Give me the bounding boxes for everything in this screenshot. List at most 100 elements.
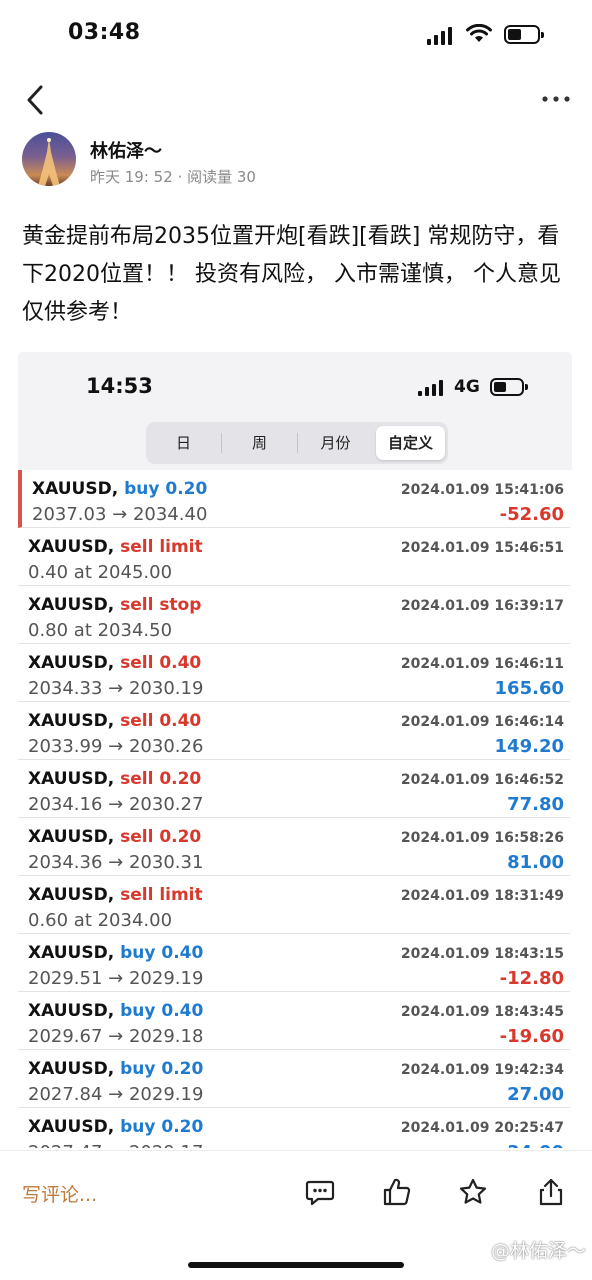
trade-prices: 0.40 at 2045.00	[28, 562, 173, 583]
trade-datetime: 2024.01.09 16:46:52	[400, 772, 564, 788]
tab-week[interactable]: 周	[225, 426, 294, 460]
trade-prices: 2037.03 → 2034.40	[32, 504, 208, 525]
symbol-label: XAUUSD,	[28, 537, 115, 557]
favorite-star-icon[interactable]	[458, 1177, 488, 1207]
symbol-label: XAUUSD,	[28, 769, 115, 789]
tab-month[interactable]: 月份	[301, 426, 370, 460]
trade-prices: 2034.16 → 2030.27	[28, 794, 204, 815]
trade-symbol: XAUUSD, sell 0.20	[28, 769, 201, 789]
trade-symbol: XAUUSD, buy 0.40	[28, 1001, 203, 1021]
trade-row[interactable]: XAUUSD, sell limit 2024.01.09 18:31:49 0.6…	[18, 876, 570, 934]
trade-prices: 2027.47 → 2029.17	[28, 1142, 203, 1148]
trade-prices: 2027.84 → 2029.19	[28, 1084, 204, 1105]
symbol-label: XAUUSD,	[28, 711, 115, 731]
trade-row[interactable]: XAUUSD, buy 0.40 2024.01.09 18:43:45 2029.…	[18, 992, 570, 1050]
more-options-icon[interactable]	[541, 94, 571, 104]
symbol-label: XAUUSD,	[28, 943, 115, 963]
trade-datetime: 2024.01.09 18:43:45	[400, 1004, 564, 1020]
trade-datetime: 2024.01.09 16:39:17	[400, 598, 564, 614]
trade-row[interactable]: XAUUSD, buy 0.20 2024.01.09 20:25:47 2027.…	[18, 1108, 570, 1148]
trade-row[interactable]: XAUUSD, sell 0.20 2024.01.09 16:58:26 2034…	[18, 818, 570, 876]
trade-side: buy 0.20	[120, 1117, 204, 1137]
trade-side: sell 0.40	[120, 653, 202, 673]
tab-divider	[297, 433, 298, 453]
tab-divider	[221, 433, 222, 453]
trade-row[interactable]: XAUUSD, buy 0.40 2024.01.09 18:43:15 2029.…	[18, 934, 570, 992]
trade-profit: 165.60	[494, 678, 564, 699]
author-name[interactable]: 林佑泽～	[90, 137, 162, 163]
trade-symbol: XAUUSD, buy 0.40	[28, 943, 203, 963]
trade-side: buy 0.40	[120, 1001, 204, 1021]
symbol-label: XAUUSD,	[28, 827, 115, 847]
post-body: 黄金提前布局2035位置开炮[看跌][看跌] 常规防守，看下2020位置！！ 投…	[22, 224, 561, 325]
trade-profit: 81.00	[507, 852, 564, 873]
trade-side: buy 0.20	[124, 479, 208, 499]
trade-side: sell 0.20	[120, 827, 202, 847]
trade-prices: 2029.51 → 2029.19	[28, 968, 204, 989]
trade-prices: 2029.67 → 2029.18	[28, 1026, 204, 1047]
cellular-signal-icon	[427, 27, 452, 45]
trade-datetime: 2024.01.09 15:46:51	[400, 540, 564, 556]
trade-prices: 0.80 at 2034.50	[28, 620, 173, 641]
trade-side: sell limit	[120, 537, 203, 557]
symbol-label: XAUUSD,	[28, 885, 115, 905]
watermark: @林佑泽～	[490, 1240, 586, 1262]
avatar[interactable]	[22, 132, 76, 186]
tab-day[interactable]: 日	[149, 426, 218, 460]
home-indicator	[188, 1262, 404, 1268]
symbol-label: XAUUSD,	[28, 1001, 115, 1021]
trade-profit: 27.00	[507, 1084, 564, 1105]
screenshot-signal-icon	[418, 380, 443, 396]
trade-row[interactable]: XAUUSD, buy 0.20 2024.01.09 19:42:34 2027.…	[18, 1050, 570, 1108]
trade-profit: -52.60	[499, 504, 564, 525]
trade-profit: 77.80	[507, 794, 564, 815]
trade-row[interactable]: XAUUSD, sell stop 2024.01.09 16:39:17 0.80…	[18, 586, 570, 644]
like-icon[interactable]	[382, 1177, 412, 1207]
trade-side: sell 0.20	[120, 769, 202, 789]
symbol-label: XAUUSD,	[32, 479, 119, 499]
trade-symbol: XAUUSD, buy 0.20	[28, 1117, 203, 1137]
trade-symbol: XAUUSD, buy 0.20	[28, 1059, 203, 1079]
battery-icon	[504, 25, 544, 44]
trade-side: sell limit	[120, 885, 203, 905]
trade-prices: 2034.36 → 2030.31	[28, 852, 204, 873]
trade-row[interactable]: XAUUSD, sell 0.40 2024.01.09 16:46:14 2033…	[18, 702, 570, 760]
trade-datetime: 2024.01.09 16:58:26	[400, 830, 564, 846]
trade-prices: 2034.33 → 2030.19	[28, 678, 204, 699]
trade-datetime: 2024.01.09 16:46:11	[400, 656, 564, 672]
trade-symbol: XAUUSD, sell 0.20	[28, 827, 201, 847]
trade-symbol: XAUUSD, sell 0.40	[28, 653, 201, 673]
trade-datetime: 2024.01.09 15:41:06	[400, 482, 564, 498]
share-icon[interactable]	[536, 1177, 566, 1207]
trade-symbol: XAUUSD, sell limit	[28, 537, 203, 557]
symbol-label: XAUUSD,	[28, 653, 115, 673]
trade-row[interactable]: XAUUSD, buy 0.20 2024.01.09 15:41:06 2037.…	[18, 470, 570, 528]
bottom-divider	[0, 1150, 592, 1151]
back-icon[interactable]	[24, 84, 46, 116]
trade-symbol: XAUUSD, sell stop	[28, 595, 201, 615]
trade-datetime: 2024.01.09 20:25:47	[400, 1120, 564, 1136]
trade-datetime: 2024.01.09 16:46:14	[400, 714, 564, 730]
symbol-label: XAUUSD,	[28, 1117, 115, 1137]
trade-row[interactable]: XAUUSD, sell 0.40 2024.01.09 16:46:11 2034…	[18, 644, 570, 702]
trade-side: sell 0.40	[120, 711, 202, 731]
trade-symbol: XAUUSD, sell 0.40	[28, 711, 201, 731]
symbol-label: XAUUSD,	[28, 1059, 115, 1079]
comment-icon[interactable]	[305, 1177, 335, 1207]
comment-input[interactable]: 写评论...	[22, 1180, 97, 1207]
tab-custom[interactable]: 自定义	[376, 426, 445, 460]
trade-symbol: XAUUSD, sell limit	[28, 885, 203, 905]
trade-datetime: 2024.01.09 18:43:15	[400, 946, 564, 962]
screenshot-status-time: 14:53	[86, 374, 153, 398]
trade-symbol: XAUUSD, buy 0.20	[32, 479, 207, 499]
trade-row[interactable]: XAUUSD, sell 0.20 2024.01.09 16:46:52 2034…	[18, 760, 570, 818]
trade-side: buy 0.20	[120, 1059, 204, 1079]
embedded-screenshot: 14:53 4G 日 周 月份 自定义 XAUUSD, buy 0.20 2024…	[18, 352, 572, 1148]
trade-prices: 2033.99 → 2030.26	[28, 736, 204, 757]
trade-side: sell stop	[120, 595, 202, 615]
trade-row[interactable]: XAUUSD, sell limit 2024.01.09 15:46:51 0.4…	[18, 528, 570, 586]
trade-profit: 34.00	[507, 1142, 564, 1148]
screenshot-network-label: 4G	[454, 377, 480, 397]
trade-datetime: 2024.01.09 19:42:34	[400, 1062, 564, 1078]
symbol-label: XAUUSD,	[28, 595, 115, 615]
